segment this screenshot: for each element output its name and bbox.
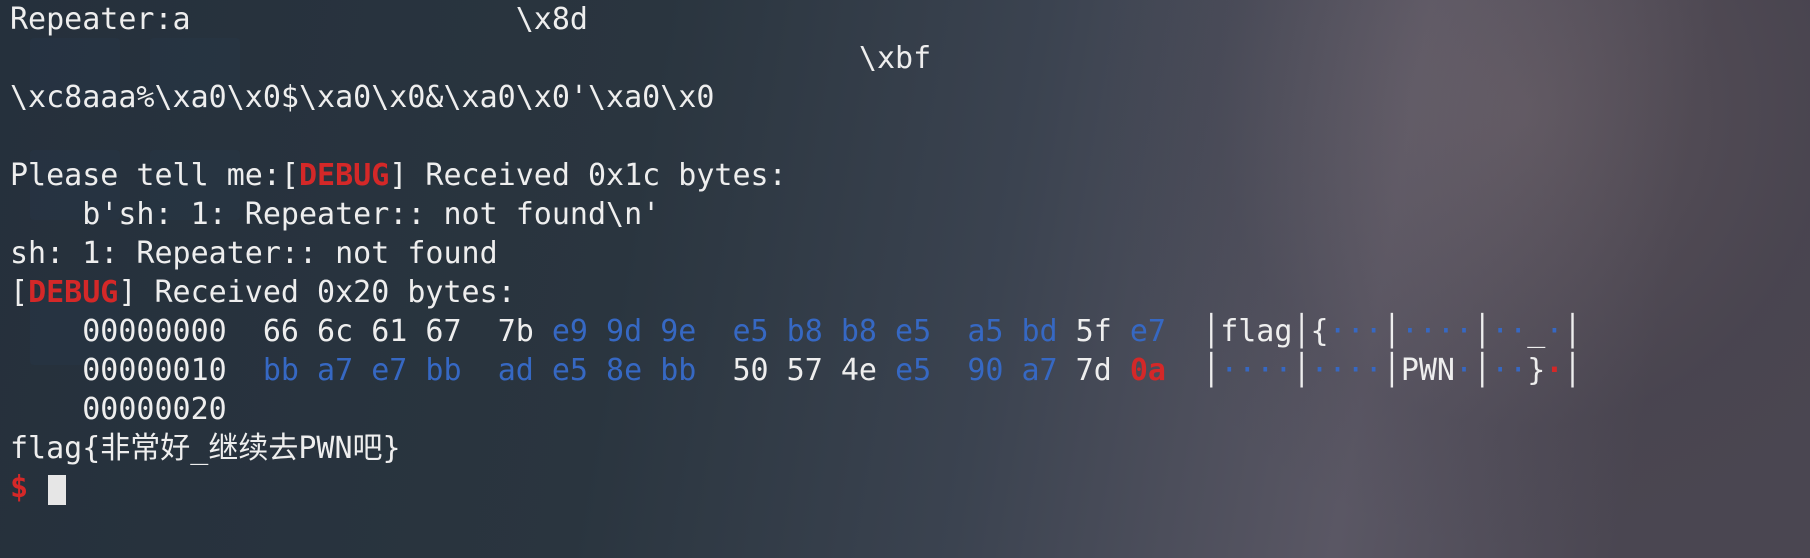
output-line: Please tell me:[DEBUG] Received 0x1c byt… <box>10 158 787 193</box>
debug-tag: DEBUG <box>28 275 118 310</box>
output-line: \xbf <box>10 41 931 76</box>
debug-tag: DEBUG <box>299 158 389 193</box>
hexdump-block: 00000000 66 6c 61 67 7b e9 9d 9e e5 b8 b… <box>10 314 1581 427</box>
output-line: [DEBUG] Received 0x20 bytes: <box>10 275 516 310</box>
flag-line: flag{非常好_继续去PWN吧} <box>10 431 401 466</box>
cursor-icon <box>48 475 66 505</box>
output-line: sh: 1: Repeater:: not found <box>10 236 498 271</box>
output-line: b'sh: 1: Repeater:: not found\n' <box>10 197 660 232</box>
output-line: \xc8aaa%\xa0\x0$\xa0\x0&\xa0\x0'\xa0\x0 <box>10 80 714 115</box>
shell-prompt[interactable]: $ <box>10 470 46 505</box>
terminal-output[interactable]: Repeater:a \x8d \xbf \xc8aaa%\xa0\x0$\xa… <box>0 0 1810 507</box>
output-line: Repeater:a \x8d <box>10 2 588 37</box>
